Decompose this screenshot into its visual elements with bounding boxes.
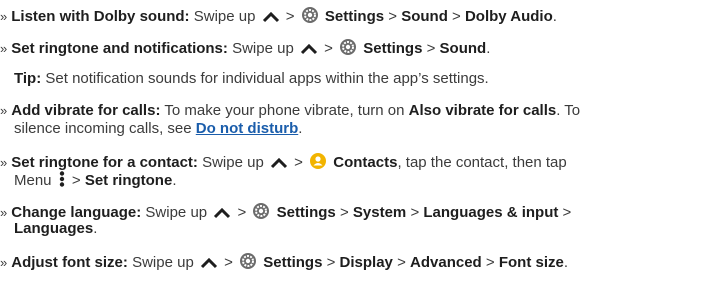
settings-gear-icon	[339, 38, 357, 61]
list-item: » Set ringtone and notifications: Swipe u…	[0, 38, 490, 61]
separator: >	[324, 40, 333, 57]
period: .	[552, 8, 557, 25]
do-not-disturb-link[interactable]: Do not disturb	[196, 120, 298, 137]
app-name: Settings	[363, 40, 423, 57]
chevron-up-icon	[270, 156, 288, 175]
bullet: »	[0, 103, 8, 118]
path-step: Display	[339, 254, 393, 271]
item-text: silence incoming calls, see	[14, 120, 192, 137]
item-text: Swipe up	[193, 8, 256, 25]
separator: >	[224, 254, 233, 271]
period: .	[172, 172, 177, 189]
item-text: . To	[556, 102, 581, 119]
path-step: Advanced	[410, 254, 482, 271]
path-step: Languages	[14, 220, 94, 237]
separator: >	[326, 254, 336, 271]
path-step: System	[352, 204, 407, 221]
chevron-up-icon	[262, 10, 280, 29]
tip-text: Set notification sounds for individual a…	[45, 70, 489, 87]
setting-name: Also vibrate for calls	[408, 102, 557, 119]
more-vert-icon	[58, 170, 66, 193]
item-text: Swipe up	[145, 204, 208, 221]
item-label: Set ringtone and notifications:	[11, 40, 228, 57]
app-name: Contacts	[333, 154, 398, 171]
list-item: » Adjust font size: Swipe up > Settings >…	[0, 252, 568, 275]
path-step: Sound	[401, 8, 448, 25]
separator: >	[485, 254, 495, 271]
chevron-up-icon	[300, 42, 318, 61]
path-step: Font size	[498, 254, 564, 271]
chevron-up-icon	[200, 256, 218, 275]
separator: >	[71, 172, 81, 189]
item-label: Listen with Dolby sound:	[11, 8, 190, 25]
separator: >	[426, 40, 436, 57]
item-label: Change language:	[11, 204, 142, 221]
chevron-up-icon	[213, 206, 231, 225]
app-name: Settings	[263, 254, 323, 271]
item-text: Swipe up	[232, 40, 294, 57]
separator: >	[562, 204, 572, 221]
bullet: »	[0, 155, 8, 170]
path-step: Sound	[439, 40, 487, 57]
tip-label: Tip:	[14, 70, 42, 87]
list-item-continuation: Menu > Set ringtone.	[14, 170, 177, 193]
tip-note: Tip: Set notification sounds for individ…	[14, 70, 489, 88]
separator: >	[388, 8, 398, 25]
item-label: Set ringtone for a contact:	[11, 154, 198, 171]
instructions-list: » Listen with Dolby sound: Swipe up > Set…	[0, 0, 724, 288]
separator: >	[285, 8, 295, 25]
period: .	[93, 220, 98, 237]
item-text: Swipe up	[132, 254, 194, 271]
settings-gear-icon	[239, 252, 257, 275]
bullet: »	[0, 9, 8, 24]
bullet: »	[0, 205, 8, 220]
separator: >	[294, 154, 303, 171]
separator: >	[237, 204, 247, 221]
item-label: Adjust font size:	[11, 254, 128, 271]
separator: >	[452, 8, 461, 25]
separator: >	[397, 254, 406, 271]
list-item: » Add vibrate for calls: To make your pho…	[0, 102, 580, 120]
list-item-continuation: silence incoming calls, see Do not distu…	[14, 120, 302, 138]
path-step: Languages & input	[423, 204, 559, 221]
separator: >	[339, 204, 349, 221]
list-item: » Listen with Dolby sound: Swipe up > Set…	[0, 6, 557, 29]
list-item-continuation: Languages.	[14, 220, 97, 238]
period: .	[298, 120, 303, 137]
item-text: Swipe up	[202, 154, 264, 171]
setting-name: Set ringtone	[84, 172, 173, 189]
path-step: Dolby Audio	[464, 8, 553, 25]
contacts-icon	[309, 152, 327, 175]
app-name: Settings	[276, 204, 336, 221]
bullet: »	[0, 41, 8, 56]
item-label: Add vibrate for calls:	[11, 102, 161, 119]
settings-gear-icon	[301, 6, 319, 29]
period: .	[486, 40, 491, 57]
item-text: Menu	[14, 172, 52, 189]
item-text: , tap the contact, then tap	[397, 154, 567, 171]
app-name: Settings	[324, 8, 385, 25]
item-text: To make your phone vibrate, turn on	[164, 102, 405, 119]
separator: >	[410, 204, 420, 221]
period: .	[563, 254, 569, 271]
bullet: »	[0, 255, 8, 270]
settings-gear-icon	[252, 202, 270, 225]
